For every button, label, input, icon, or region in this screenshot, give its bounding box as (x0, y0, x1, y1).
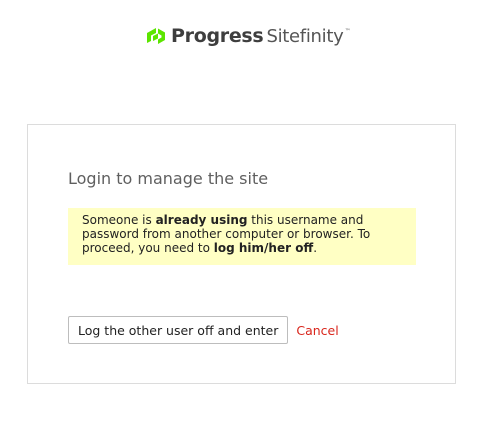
cancel-link[interactable]: Cancel (296, 323, 338, 338)
log-other-user-off-button[interactable]: Log the other user off and enter (68, 316, 289, 344)
brand-name-sitefinity: Sitefinity (266, 25, 344, 47)
notice-bold-already-using: already using (155, 213, 248, 227)
page-title: Login to manage the site (68, 169, 269, 188)
notice-bold-log-off: log him/her off (213, 241, 314, 255)
trademark-symbol: ™ (344, 28, 351, 35)
login-panel: Login to manage the site Someone is alre… (27, 124, 456, 384)
brand-name-progress: Progress (171, 25, 264, 47)
session-warning-notice: Someone is already using this username a… (68, 208, 416, 265)
notice-text-part1: Someone is (82, 213, 156, 227)
progress-logo-icon (147, 28, 165, 44)
action-bar: Log the other user off and enter Cancel (68, 316, 339, 344)
progress-sitefinity-logo: Progress Sitefinity ™ (145, 22, 350, 50)
notice-text-part3: . (313, 241, 318, 255)
